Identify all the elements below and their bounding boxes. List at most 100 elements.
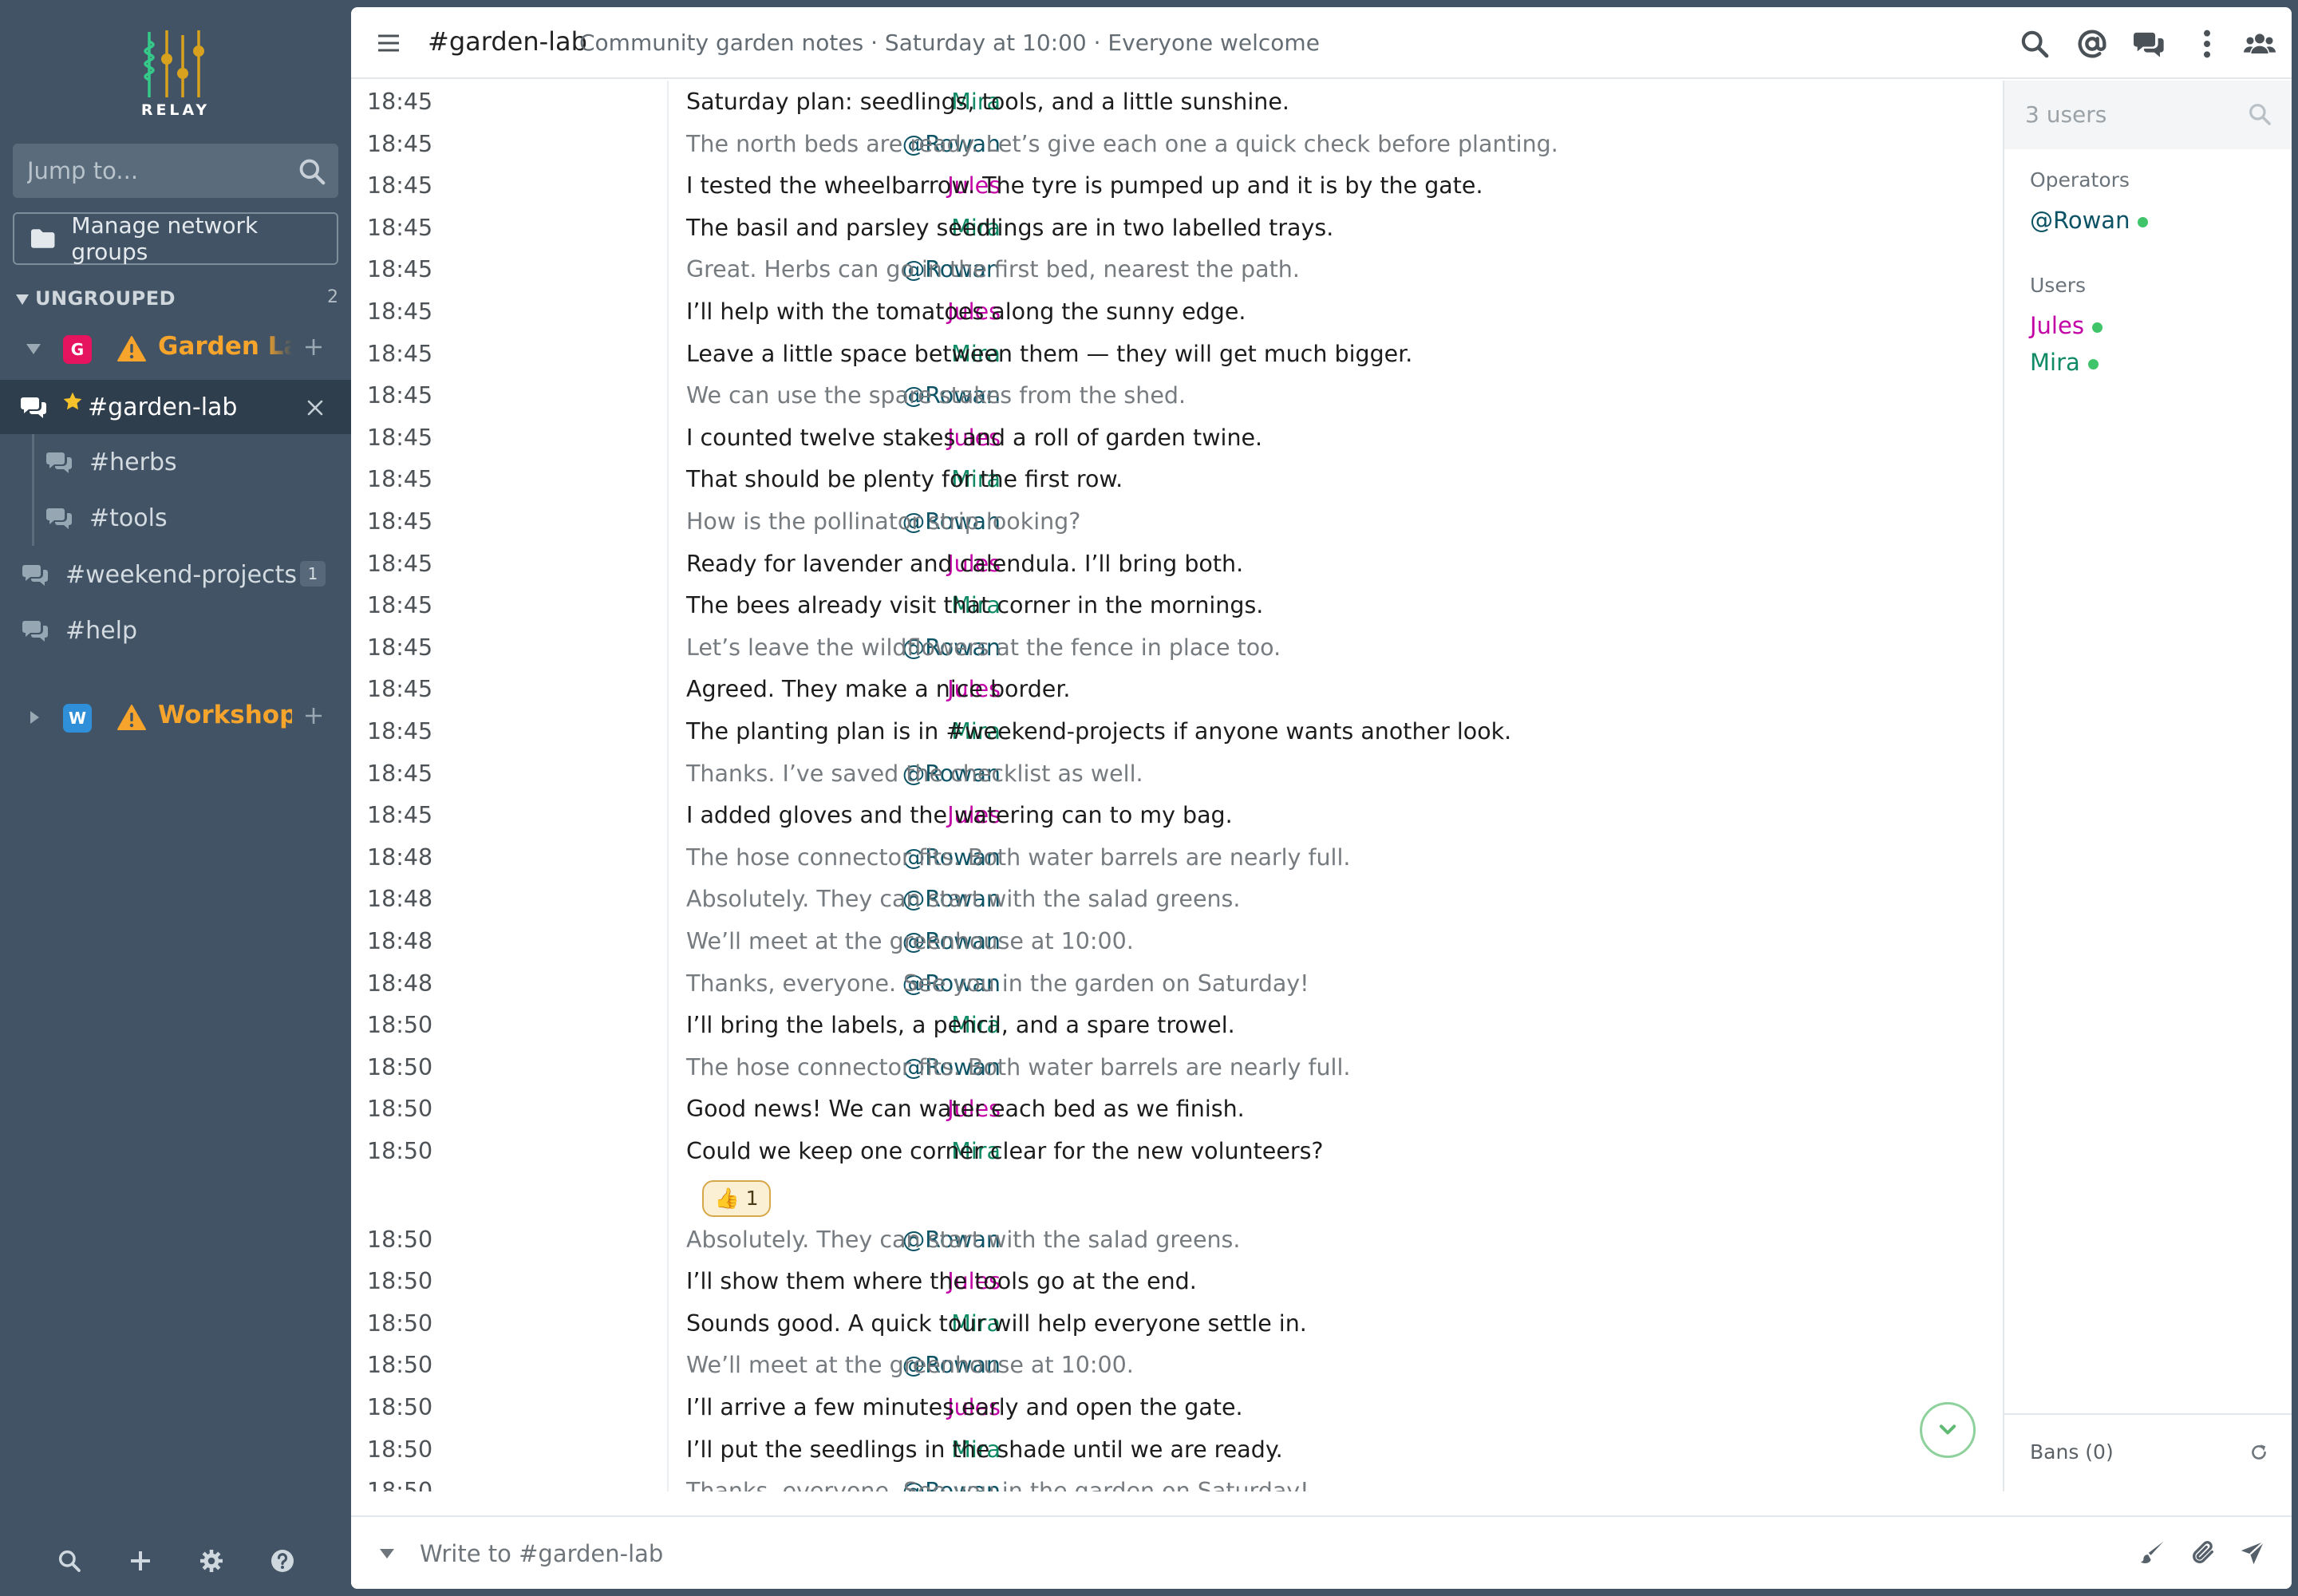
channel-item-help[interactable]: #help bbox=[22, 603, 137, 658]
message-text: I counted twelve stakes and a roll of ga… bbox=[686, 424, 1263, 451]
add-channel-icon[interactable] bbox=[303, 337, 324, 358]
chat-bubbles-icon bbox=[22, 565, 48, 586]
jump-to-box bbox=[13, 144, 338, 198]
message-text: The hose connector fits. Both water barr… bbox=[686, 1053, 1351, 1080]
channel-item-garden-lab[interactable]: #garden-lab bbox=[0, 380, 351, 434]
user-search-box[interactable]: 3 users bbox=[2004, 81, 2292, 149]
more-icon[interactable] bbox=[2191, 28, 2223, 60]
bans-label: Bans (0) bbox=[2030, 1440, 2114, 1464]
channel-name: #garden-lab bbox=[88, 393, 238, 421]
hamburger-menu-icon[interactable] bbox=[375, 31, 402, 55]
message-time: 18:45 bbox=[367, 172, 433, 200]
close-icon[interactable] bbox=[306, 399, 324, 417]
message-text: Thanks. I’ve saved the checklist as well… bbox=[686, 760, 1143, 787]
add-channel-icon[interactable] bbox=[303, 705, 324, 726]
online-status-dot bbox=[2091, 322, 2103, 333]
group-count: 2 bbox=[327, 287, 338, 307]
message-row: 18:50 Jules Good news! We can water each b… bbox=[351, 1088, 2003, 1129]
message-row: 18:50 Jules I’ll arrive a few minutes earl… bbox=[351, 1386, 2003, 1428]
message-text: Ready for lavender and calendula. I’ll b… bbox=[686, 550, 1244, 577]
message-time: 18:45 bbox=[367, 802, 433, 829]
message-row: 18:45 Mira The bees already visit that cor… bbox=[351, 584, 2003, 626]
help-icon[interactable] bbox=[270, 1548, 295, 1574]
paperclip-icon[interactable] bbox=[2189, 1539, 2217, 1566]
users-icon[interactable] bbox=[2244, 28, 2276, 60]
message-text: I tested the wheelbarrow. The tyre is pu… bbox=[686, 172, 1483, 200]
message-row: 18:45 Jules I’ll help with the tomatoes al… bbox=[351, 290, 2003, 332]
user-search-placeholder: 3 users bbox=[2025, 101, 2107, 128]
manage-network-groups-button[interactable]: Manage network groups bbox=[13, 212, 338, 265]
group-header-ungrouped[interactable]: UNGROUPED 2 bbox=[16, 287, 338, 313]
message-time: 18:50 bbox=[367, 1012, 433, 1039]
message-row: 18:45 Jules I tested the wheelbarrow. The … bbox=[351, 164, 2003, 206]
group-label: UNGROUPED bbox=[35, 287, 176, 310]
user-list-item[interactable]: Mira bbox=[2030, 349, 2099, 376]
message-row: 18:45 Jules I counted twelve stakes and a … bbox=[351, 417, 2003, 458]
message-row: 18:45 @Rowan How is the pollinator strip l… bbox=[351, 500, 2003, 542]
scroll-to-bottom-button[interactable] bbox=[1920, 1402, 1976, 1458]
caret-down-icon[interactable] bbox=[378, 1547, 396, 1560]
message-row: 18:45 Mira The planting plan is in #weeken… bbox=[351, 710, 2003, 752]
network-workshop[interactable]: W Workshop bbox=[0, 693, 351, 742]
channel-name: #help bbox=[65, 616, 137, 645]
message-text: The north beds are ready. Let’s give eac… bbox=[686, 130, 1558, 157]
message-time: 18:48 bbox=[367, 843, 433, 871]
message-time: 18:45 bbox=[367, 382, 433, 409]
message-text: The bees already visit that corner in th… bbox=[686, 592, 1264, 619]
search-icon[interactable] bbox=[297, 156, 327, 187]
jump-to-input[interactable] bbox=[13, 144, 338, 198]
chat-bubbles-icon bbox=[21, 397, 46, 418]
message-time: 18:45 bbox=[367, 592, 433, 619]
search-icon[interactable] bbox=[2019, 28, 2051, 60]
message-input[interactable] bbox=[420, 1533, 2079, 1574]
bans-section[interactable]: Bans (0) bbox=[2004, 1413, 2292, 1491]
search-icon[interactable] bbox=[57, 1548, 82, 1574]
message-row: 18:48 @Rowan Absolutely. They can start wi… bbox=[351, 878, 2003, 919]
message-composer bbox=[351, 1515, 2292, 1589]
message-text: We’ll meet at the greenhouse at 10:00. bbox=[686, 1352, 1134, 1379]
message-list[interactable]: 18:45 Mira Saturday plan: seedlings, tools… bbox=[351, 81, 2003, 1491]
channel-name: #herbs bbox=[89, 448, 177, 476]
network-garden-lab[interactable]: G Garden Lab bbox=[0, 324, 351, 373]
user-list-item[interactable]: Jules bbox=[2030, 312, 2103, 339]
user-list-item[interactable]: @Rowan bbox=[2030, 207, 2149, 234]
message-text: Absolutely. They can start with the sala… bbox=[686, 886, 1241, 913]
message-row: 18:50 Mira I’ll put the seedlings in the s… bbox=[351, 1428, 2003, 1470]
user-list-panel: 3 users Operators @Rowan Users Jules Mir… bbox=[2003, 81, 2292, 1491]
refresh-icon[interactable] bbox=[2249, 1442, 2269, 1463]
message-time: 18:50 bbox=[367, 1268, 433, 1295]
mention-icon[interactable] bbox=[2076, 28, 2108, 60]
message-time: 18:45 bbox=[367, 718, 433, 745]
message-time: 18:45 bbox=[367, 634, 433, 661]
operators-heading: Operators bbox=[2030, 168, 2130, 192]
brush-icon[interactable] bbox=[2138, 1539, 2166, 1566]
channel-tree-line bbox=[32, 434, 34, 546]
message-row: 18:50 Mira Sounds good. A quick tour will … bbox=[351, 1302, 2003, 1344]
message-text: Could we keep one corner clear for the n… bbox=[686, 1138, 1324, 1164]
channel-item-tools[interactable]: #tools bbox=[46, 491, 168, 545]
channel-title: #garden-lab bbox=[428, 26, 587, 57]
gear-icon[interactable] bbox=[199, 1548, 224, 1574]
channel-topic: Community garden notes · Saturday at 10:… bbox=[579, 30, 1320, 56]
message-time: 18:45 bbox=[367, 256, 433, 283]
online-status-dot bbox=[2138, 216, 2149, 227]
sidebar: RELAY Manage network groups UNGROUPED 2 … bbox=[0, 0, 351, 1596]
message-row: 18:45 @Rowan We can use the spare stakes f… bbox=[351, 374, 2003, 416]
message-row: 18:50 @Rowan The hose connector fits. Both… bbox=[351, 1046, 2003, 1088]
caret-right-icon[interactable] bbox=[26, 710, 41, 725]
message-text: We can use the spare stakes from the she… bbox=[686, 382, 1187, 409]
send-icon[interactable] bbox=[2239, 1539, 2266, 1566]
channel-item-herbs[interactable]: #herbs bbox=[46, 435, 177, 489]
reaction-thumbs-up[interactable]: 👍 1 bbox=[702, 1179, 771, 1217]
chat-icon[interactable] bbox=[2134, 28, 2166, 60]
message-text: Great. Herbs can go in the first bed, ne… bbox=[686, 256, 1300, 283]
star-icon bbox=[63, 392, 82, 410]
message-row: 18:45 @Rowan Thanks. I’ve saved the checkl… bbox=[351, 753, 2003, 794]
network-avatar: W bbox=[63, 704, 92, 733]
message-time: 18:50 bbox=[367, 1226, 433, 1253]
plus-icon[interactable] bbox=[128, 1548, 153, 1574]
caret-down-icon[interactable] bbox=[26, 342, 41, 356]
channel-item-weekend-projects[interactable]: #weekend-projects 1 bbox=[22, 547, 351, 602]
message-text: Agreed. They make a nice border. bbox=[686, 676, 1071, 703]
network-name: Garden Lab bbox=[158, 332, 292, 361]
